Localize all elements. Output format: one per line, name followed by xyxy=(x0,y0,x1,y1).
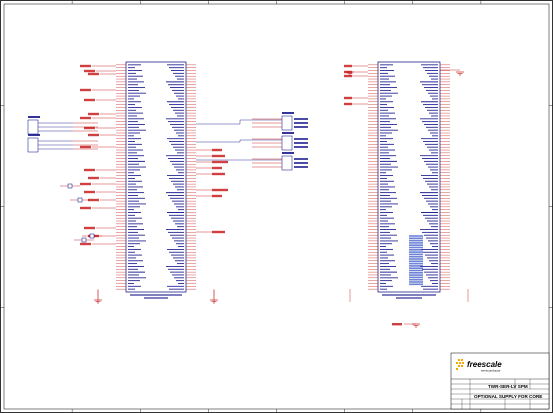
net-label xyxy=(88,133,99,137)
header-ref xyxy=(282,152,294,154)
highlighted-pin-name xyxy=(409,265,423,267)
header-pin-name xyxy=(294,146,308,148)
net-label xyxy=(212,188,228,192)
highlighted-pin-name xyxy=(409,239,423,242)
net-label xyxy=(344,102,352,106)
net-label xyxy=(392,323,402,326)
net-label xyxy=(80,116,91,120)
header-ref xyxy=(28,116,40,118)
header-ref xyxy=(282,112,294,114)
small-component xyxy=(67,183,73,189)
highlighted-pin-name xyxy=(409,281,423,283)
net-label xyxy=(212,166,222,170)
header-pin-name xyxy=(294,122,308,124)
net-label xyxy=(212,230,225,234)
header-pin-name xyxy=(294,126,308,128)
sheet-border xyxy=(0,0,553,413)
small-component xyxy=(77,197,83,203)
highlighted-pin-name xyxy=(409,235,423,237)
header-pin-name xyxy=(294,162,308,164)
highlighted-pin-name xyxy=(409,237,423,240)
highlighted-pin-name xyxy=(409,262,423,265)
net-label xyxy=(80,88,91,92)
title-block: freescale semiconductor TWR-SER-LV SPM O… xyxy=(450,352,550,410)
highlighted-pin-name xyxy=(409,246,423,249)
highlighted-pin-name xyxy=(409,272,423,274)
net-label xyxy=(212,154,225,158)
highlighted-pin-name xyxy=(409,278,423,281)
header-pin-name xyxy=(294,138,308,140)
highlighted-pin-name xyxy=(409,283,423,286)
header-body xyxy=(281,115,293,131)
net-label xyxy=(84,226,95,230)
header-body xyxy=(281,135,293,151)
header-body xyxy=(281,155,293,171)
header-ref xyxy=(28,134,40,136)
header-pin-name xyxy=(294,158,308,160)
header-body xyxy=(27,137,39,153)
net-label xyxy=(80,242,91,246)
highlighted-pin-name xyxy=(409,242,423,244)
net-label xyxy=(80,206,91,210)
net-label xyxy=(88,112,99,116)
highlighted-pin-name xyxy=(409,255,423,258)
header-ref xyxy=(282,132,294,134)
net-label xyxy=(212,148,222,152)
net-label xyxy=(84,168,95,172)
board-title: TWR-SER-LV SPM xyxy=(488,384,528,389)
highlighted-pin-name xyxy=(409,249,423,251)
net-label xyxy=(80,182,91,186)
net-label xyxy=(84,98,95,102)
highlighted-pin-name xyxy=(409,267,423,269)
header-pin-name xyxy=(294,118,308,120)
header-pin-name xyxy=(294,166,308,168)
net-label xyxy=(344,64,352,68)
highlighted-pin-name xyxy=(409,253,423,256)
net-label xyxy=(212,194,222,198)
net-label xyxy=(88,176,99,180)
header-pin-name xyxy=(294,142,308,144)
net-label xyxy=(212,160,228,164)
highlighted-pin-name xyxy=(409,244,423,246)
net-label xyxy=(344,96,352,100)
net-label xyxy=(88,72,99,76)
small-component xyxy=(89,233,95,239)
highlighted-pin-name xyxy=(409,274,423,276)
net-label xyxy=(84,69,95,73)
header-body xyxy=(27,119,39,135)
net-label xyxy=(84,190,95,194)
highlighted-pin-name xyxy=(409,260,423,263)
net-label xyxy=(80,145,91,149)
net-label xyxy=(80,64,91,68)
schematic-sheet: freescale semiconductor TWR-SER-LV SPM O… xyxy=(0,0,553,413)
company-subtitle: semiconductor xyxy=(481,369,501,373)
sheet-subtitle: OPTIONAL SUPPLY FOR CORE xyxy=(474,394,542,399)
highlighted-pin-name xyxy=(409,276,423,279)
highlighted-pin-name xyxy=(409,258,423,260)
highlighted-pin-name xyxy=(409,251,423,253)
highlighted-pin-name xyxy=(409,269,423,272)
small-component xyxy=(81,237,87,243)
net-label xyxy=(212,172,225,176)
